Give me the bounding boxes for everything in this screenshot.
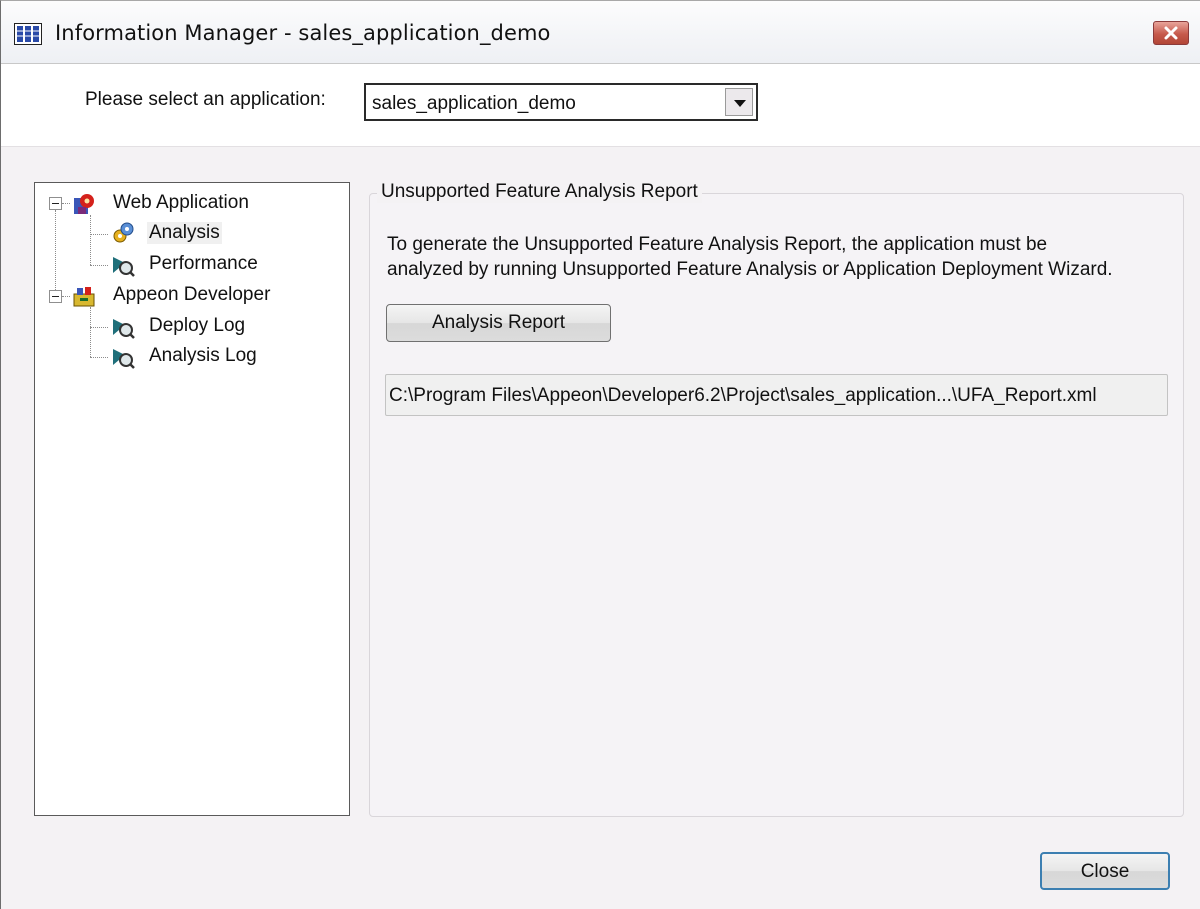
application-dropdown-value: sales_application_demo xyxy=(372,93,576,114)
close-icon xyxy=(1164,26,1178,40)
tree-connector xyxy=(90,265,108,266)
close-button[interactable]: Close xyxy=(1040,852,1170,890)
tree-item-performance[interactable]: Performance xyxy=(149,253,258,275)
analysis-report-button[interactable]: Analysis Report xyxy=(386,304,611,342)
navigation-tree[interactable]: Web Application Analysis Performance App… xyxy=(34,182,350,816)
tree-item-web-application[interactable]: Web Application xyxy=(113,192,249,214)
select-application-label: Please select an application: xyxy=(85,89,326,110)
tree-connector xyxy=(90,307,91,357)
analysis-gears-icon xyxy=(113,222,134,243)
developer-toolbox-icon xyxy=(73,287,95,307)
magnifier-icon xyxy=(113,257,135,277)
dropdown-arrow-icon[interactable] xyxy=(725,88,753,116)
title-bar[interactable]: Information Manager - sales_application_… xyxy=(1,1,1200,64)
information-manager-window: Information Manager - sales_application_… xyxy=(0,0,1200,909)
report-group-box xyxy=(369,193,1184,817)
tree-connector xyxy=(90,215,91,265)
report-path-field[interactable]: C:\Program Files\Appeon\Developer6.2\Pro… xyxy=(385,374,1168,416)
report-description-line-1: To generate the Unsupported Feature Anal… xyxy=(387,234,1048,255)
tree-item-analysis-log[interactable]: Analysis Log xyxy=(149,345,257,367)
collapse-web-application-toggle[interactable] xyxy=(49,197,62,210)
tree-connector xyxy=(62,203,70,204)
report-description-line-2: analyzed by running Unsupported Feature … xyxy=(387,259,1113,280)
tree-item-deploy-log[interactable]: Deploy Log xyxy=(149,315,245,337)
tree-connector xyxy=(90,357,108,358)
window-title: Information Manager - sales_application_… xyxy=(55,21,551,45)
application-dropdown[interactable]: sales_application_demo xyxy=(364,83,758,121)
magnifier-icon xyxy=(113,349,135,369)
tree-item-analysis[interactable]: Analysis xyxy=(147,222,222,244)
report-path-text: C:\Program Files\Appeon\Developer6.2\Pro… xyxy=(389,385,1097,406)
report-group-title: Unsupported Feature Analysis Report xyxy=(377,181,702,203)
collapse-appeon-developer-toggle[interactable] xyxy=(49,290,62,303)
magnifier-icon xyxy=(113,319,135,339)
tree-connector xyxy=(55,210,56,296)
tree-connector xyxy=(90,234,108,235)
tree-item-appeon-developer[interactable]: Appeon Developer xyxy=(113,284,270,306)
gear-puzzle-icon xyxy=(74,194,94,214)
title-close-button[interactable] xyxy=(1153,21,1189,45)
tree-connector xyxy=(90,327,108,328)
app-window-icon xyxy=(14,23,42,45)
tree-connector xyxy=(62,296,70,297)
